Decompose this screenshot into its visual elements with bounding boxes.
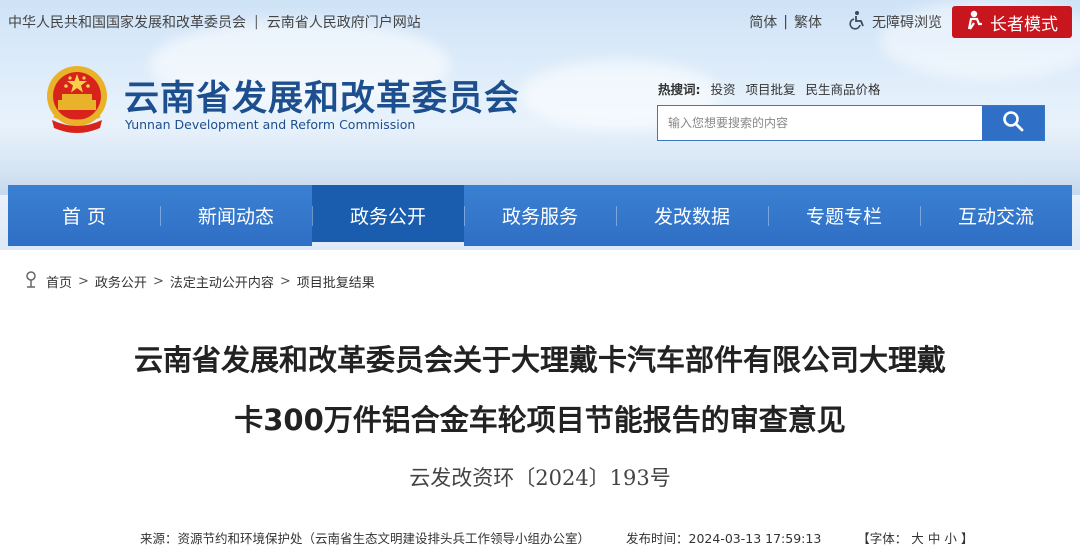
- breadcrumb-statutory-disclosure[interactable]: 法定主动公开内容: [170, 272, 274, 291]
- accessibility-link[interactable]: 无障碍浏览: [848, 10, 942, 34]
- font-size-medium[interactable]: 中: [928, 528, 941, 547]
- wheelchair-icon: [848, 10, 868, 34]
- article-source: 来源：资源节约和环境保护处（云南省生态文明建设排头兵工作领导小组办公室）: [140, 531, 591, 546]
- search-bar: [657, 105, 1045, 141]
- hot-search-label: 热搜词:: [658, 82, 701, 97]
- hot-term-link[interactable]: 投资: [711, 79, 736, 98]
- nav-item-topics[interactable]: 专题专栏: [768, 185, 920, 246]
- hot-term-link[interactable]: 民生商品价格: [806, 79, 881, 98]
- search-button[interactable]: [982, 106, 1044, 140]
- search-icon: [1002, 110, 1024, 136]
- breadcrumb-project-approval[interactable]: 项目批复结果: [297, 272, 375, 291]
- font-label-end: 】: [960, 531, 974, 546]
- font-size-large[interactable]: 大: [911, 528, 924, 547]
- nav-item-data[interactable]: 发改数据: [616, 185, 768, 246]
- font-label: 【字体：: [857, 531, 908, 546]
- top-links: 中华人民共和国国家发展和改革委员会 | 云南省人民政府门户网站: [8, 12, 421, 32]
- yunnan-portal-link[interactable]: 云南省人民政府门户网站: [267, 12, 421, 32]
- breadcrumb: 首页 > 政务公开 > 法定主动公开内容 > 项目批复结果: [22, 270, 375, 292]
- nav-item-home[interactable]: 首 页: [8, 185, 160, 246]
- nav-item-interaction[interactable]: 互动交流: [920, 185, 1072, 246]
- elder-mode-label: 长者模式: [990, 14, 1058, 35]
- article-title: 云南省发展和改革委员会关于大理戴卡汽车部件有限公司大理戴 卡300万件铝合金车轮…: [40, 330, 1040, 450]
- main-nav: 首 页 新闻动态 政务公开 政务服务 发改数据 专题专栏 互动交流: [8, 185, 1072, 246]
- breadcrumb-arrow: >: [152, 273, 164, 289]
- site-title[interactable]: 云南省发展和改革委员会: [124, 70, 520, 121]
- elder-person-icon: [966, 10, 984, 35]
- hot-term-link[interactable]: 项目批复: [746, 79, 796, 98]
- breadcrumb-home[interactable]: 首页: [46, 272, 72, 291]
- location-pin-icon: [22, 270, 40, 292]
- search-input[interactable]: [658, 106, 982, 140]
- site-title-en: Yunnan Development and Reform Commission: [125, 117, 416, 132]
- breadcrumb-government-affairs[interactable]: 政务公开: [95, 272, 147, 291]
- breadcrumb-arrow: >: [78, 273, 89, 289]
- article-title-line: 云南省发展和改革委员会关于大理戴卡汽车部件有限公司大理戴: [133, 343, 946, 377]
- national-emblem-logo: [42, 64, 112, 136]
- document-number: 云发改资环〔2024〕193号: [409, 466, 671, 490]
- separator: |: [254, 14, 259, 30]
- simplified-chinese-link[interactable]: 简体: [749, 12, 777, 32]
- traditional-chinese-link[interactable]: 繁体: [794, 12, 822, 32]
- font-size-control: 【字体： 大 中 小 】: [857, 528, 973, 547]
- top-tools: 简体 | 繁体 无障碍浏览 长者模式: [749, 6, 1072, 38]
- article-meta: 来源：资源节约和环境保护处（云南省生态文明建设排头兵工作领导小组办公室） 发布时…: [140, 528, 973, 547]
- separator: |: [783, 14, 788, 30]
- publish-time: 发布时间：2024-03-13 17:59:13: [626, 531, 822, 546]
- ndrc-link[interactable]: 中华人民共和国国家发展和改革委员会: [8, 12, 246, 32]
- elder-mode-button[interactable]: 长者模式: [952, 6, 1072, 38]
- language-switch: 简体 | 繁体: [749, 12, 822, 32]
- nav-item-news[interactable]: 新闻动态: [160, 185, 312, 246]
- breadcrumb-arrow: >: [279, 273, 291, 289]
- nav-item-government-affairs[interactable]: 政务公开: [312, 185, 464, 246]
- accessibility-label: 无障碍浏览: [872, 15, 942, 31]
- nav-item-services[interactable]: 政务服务: [464, 185, 616, 246]
- hot-search-terms: 热搜词: 投资 项目批复 民生商品价格: [658, 79, 881, 98]
- article-title-line: 卡300万件铝合金车轮项目节能报告的审查意见: [234, 403, 846, 437]
- font-size-small[interactable]: 小: [944, 528, 957, 547]
